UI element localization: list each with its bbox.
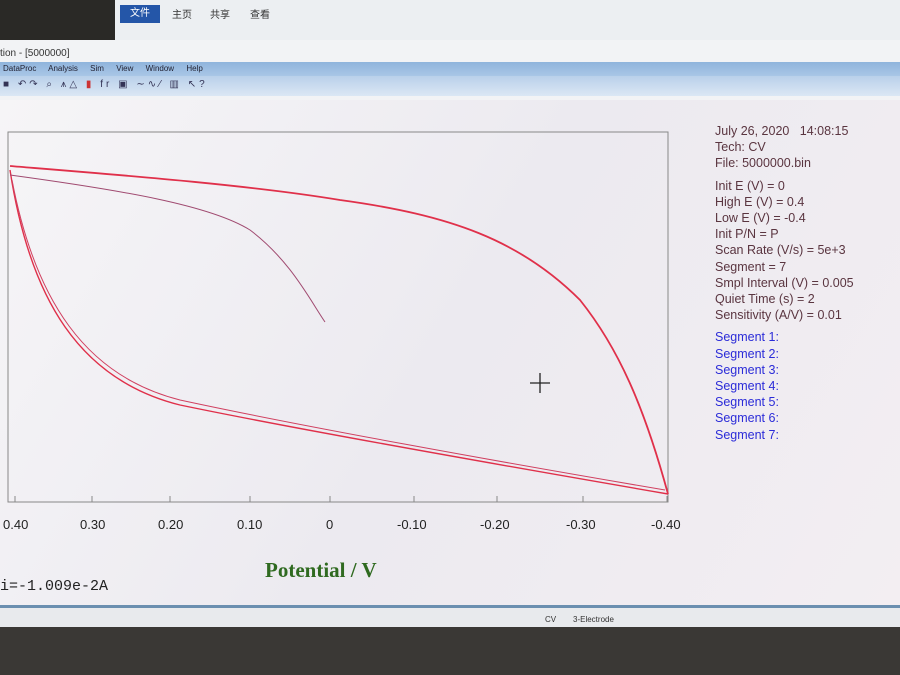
segment-label: Segment 1: xyxy=(715,330,779,345)
param: Quiet Time (s) = 2 xyxy=(715,292,815,307)
plot-frame xyxy=(7,131,669,503)
x-ticks xyxy=(14,496,668,502)
param: Low E (V) = -0.4 xyxy=(715,211,806,226)
x-tick-label: 0.40 xyxy=(3,517,29,532)
x-axis-label: Potential / V xyxy=(265,558,377,582)
param: Init P/N = P xyxy=(715,227,779,242)
cv-curve-upper xyxy=(9,165,669,495)
segment-label: Segment 6: xyxy=(715,411,779,426)
status-bar: CV 3-Electrode xyxy=(0,605,900,627)
segment-label: Segment 3: xyxy=(715,362,779,377)
date-time: July 26, 2020 14:08:15 xyxy=(715,124,849,138)
cv-curve-initial xyxy=(9,174,326,323)
x-tick-label: -0.20 xyxy=(480,517,510,532)
crosshair-cursor xyxy=(530,373,550,393)
param: Segment = 7 xyxy=(715,259,787,274)
param: Sensitivity (A/V) = 0.01 xyxy=(715,308,842,323)
segment-label: Segment 4: xyxy=(715,379,779,394)
param: High E (V) = 0.4 xyxy=(715,194,805,209)
status-tech: CV xyxy=(545,615,557,624)
x-tick-label: 0 xyxy=(326,517,334,532)
x-tick-label: 0.20 xyxy=(158,517,184,532)
file: File: 5000000.bin xyxy=(715,156,811,171)
segment-label: Segment 7: xyxy=(715,427,779,442)
segment-label: Segment 2: xyxy=(715,346,779,361)
x-tick-label: -0.10 xyxy=(397,517,427,532)
cv-curve-lower xyxy=(9,169,669,495)
param: Smpl Interval (V) = 0.005 xyxy=(715,275,854,290)
segment-label: Segment 5: xyxy=(715,395,779,410)
screen-bezel xyxy=(0,627,900,675)
current-readout: i=-1.009e-2A xyxy=(0,578,109,595)
experiment-info: July 26, 2020 14:08:15 Tech: CV File: 50… xyxy=(715,123,854,443)
param: Init E (V) = 0 xyxy=(715,178,785,193)
tech: Tech: CV xyxy=(715,140,766,155)
param: Scan Rate (V/s) = 5e+3 xyxy=(715,243,846,258)
x-tick-label: -0.30 xyxy=(566,517,596,532)
status-electrode: 3-Electrode xyxy=(573,615,614,624)
x-tick-label: -0.40 xyxy=(651,517,681,532)
x-tick-label: 0.10 xyxy=(237,517,263,532)
x-tick-label: 0.30 xyxy=(80,517,106,532)
cv-curve-lower-2 xyxy=(11,179,666,491)
